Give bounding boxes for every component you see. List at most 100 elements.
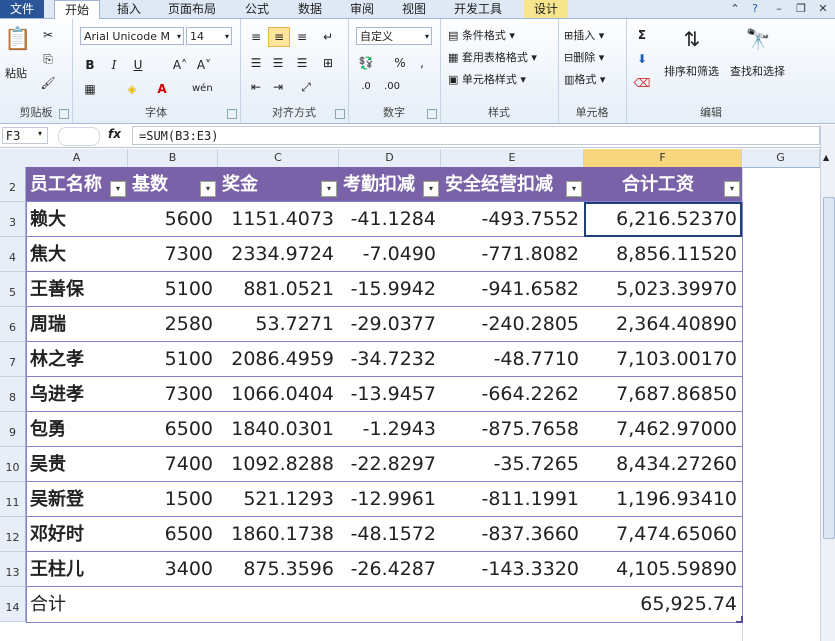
- table-cell[interactable]: -26.4287: [339, 552, 441, 587]
- comma-icon[interactable]: ,: [412, 53, 432, 73]
- close-icon[interactable]: ✕: [814, 1, 832, 17]
- tab-home[interactable]: 开始: [54, 0, 100, 20]
- column-header-c[interactable]: C: [218, 149, 339, 167]
- delete-cells-button[interactable]: ⊟删除 ▾: [564, 49, 604, 65]
- phonetic-icon[interactable]: wén: [192, 79, 213, 99]
- tab-data[interactable]: 数据: [288, 0, 332, 18]
- table-cell[interactable]: -941.6582: [441, 272, 584, 307]
- column-header-d[interactable]: D: [339, 149, 441, 167]
- tab-design[interactable]: 设计: [524, 0, 568, 18]
- table-cell[interactable]: -48.7710: [441, 342, 584, 377]
- format-as-table-button[interactable]: ▦ 套用表格格式 ▾: [448, 49, 537, 65]
- table-cell[interactable]: 881.0521: [218, 272, 339, 307]
- wrap-text-icon[interactable]: ↵: [318, 27, 338, 47]
- chevron-down-icon[interactable]: ▾: [38, 129, 42, 138]
- table-cell[interactable]: 吴新登: [26, 482, 128, 517]
- table-cell[interactable]: 521.1293: [218, 482, 339, 517]
- table-cell[interactable]: 林之孝: [26, 342, 128, 377]
- table-cell[interactable]: -143.3320: [441, 552, 584, 587]
- table-cell[interactable]: 乌进孝: [26, 377, 128, 412]
- table-cell[interactable]: -48.1572: [339, 517, 441, 552]
- table-cell[interactable]: 7,474.65060: [584, 517, 742, 552]
- column-header-e[interactable]: E: [441, 149, 584, 167]
- table-cell[interactable]: -12.9961: [339, 482, 441, 517]
- table-cell[interactable]: 8,856.11520: [584, 237, 742, 272]
- column-header-b[interactable]: B: [128, 149, 218, 167]
- filter-dropdown-icon[interactable]: ▾: [724, 181, 740, 197]
- table-cell[interactable]: 2580: [128, 307, 218, 342]
- table-cell[interactable]: -664.2262: [441, 377, 584, 412]
- table-cell[interactable]: 1860.1738: [218, 517, 339, 552]
- underline-icon[interactable]: U: [128, 55, 148, 75]
- table-cell[interactable]: 赖大: [26, 202, 128, 237]
- row-header[interactable]: 6: [0, 307, 26, 342]
- worksheet-grid[interactable]: A B C D E F G 2 3 4 5 6 7 8 9 10 11 12 13 14 员工名称 ▾ 基…: [0, 149, 820, 641]
- find-select-button[interactable]: 查找和选择: [730, 63, 785, 79]
- row-header[interactable]: 9: [0, 412, 26, 447]
- merge-center-icon[interactable]: ⊞: [318, 53, 338, 73]
- scrollbar-thumb[interactable]: [823, 197, 835, 539]
- align-bottom-icon[interactable]: ≡: [292, 27, 312, 47]
- increase-indent-icon[interactable]: ⇥: [268, 77, 288, 97]
- total-label-cell[interactable]: 合计: [26, 587, 128, 622]
- sort-filter-icon[interactable]: ⇅: [678, 25, 706, 53]
- decrease-decimal-icon[interactable]: .00: [382, 77, 402, 97]
- table-cell[interactable]: 7300: [128, 377, 218, 412]
- table-cell[interactable]: 6,216.52370: [584, 202, 742, 237]
- dialog-launcher-icon[interactable]: [227, 109, 237, 119]
- font-color-icon[interactable]: A: [152, 79, 172, 99]
- table-header-cell[interactable]: 合计工资 ▾: [584, 167, 742, 202]
- table-header-cell[interactable]: 员工名称 ▾: [26, 167, 128, 202]
- table-cell[interactable]: 2086.4959: [218, 342, 339, 377]
- vertical-scrollbar[interactable]: ▲: [820, 125, 835, 641]
- paste-button[interactable]: 粘贴: [5, 65, 27, 81]
- table-cell[interactable]: -15.9942: [339, 272, 441, 307]
- font-name-select[interactable]: Arial Unicode M ▾: [80, 27, 184, 45]
- filter-dropdown-icon[interactable]: ▾: [423, 181, 439, 197]
- tab-review[interactable]: 审阅: [340, 0, 384, 18]
- tab-developer[interactable]: 开发工具: [446, 0, 510, 18]
- table-cell[interactable]: 王善保: [26, 272, 128, 307]
- table-cell[interactable]: 吴贵: [26, 447, 128, 482]
- table-cell[interactable]: 2,364.40890: [584, 307, 742, 342]
- table-cell[interactable]: -837.3660: [441, 517, 584, 552]
- table-cell[interactable]: 53.7271: [218, 307, 339, 342]
- table-cell[interactable]: 6500: [128, 517, 218, 552]
- table-cell[interactable]: 4,105.59890: [584, 552, 742, 587]
- dialog-launcher-icon[interactable]: [59, 109, 69, 119]
- grow-font-icon[interactable]: A˄: [170, 55, 190, 75]
- table-cell[interactable]: 2334.9724: [218, 237, 339, 272]
- tab-file[interactable]: 文件: [0, 0, 44, 18]
- row-header[interactable]: 13: [0, 552, 26, 587]
- table-cell[interactable]: -29.0377: [339, 307, 441, 342]
- table-cell[interactable]: -35.7265: [441, 447, 584, 482]
- column-header-g[interactable]: G: [742, 149, 820, 167]
- table-cell[interactable]: 焦大: [26, 237, 128, 272]
- align-top-icon[interactable]: ≡: [246, 27, 266, 47]
- help-icon[interactable]: ?: [746, 1, 764, 17]
- border-icon[interactable]: ▦: [80, 79, 100, 99]
- dialog-launcher-icon[interactable]: [427, 109, 437, 119]
- table-cell[interactable]: -811.1991: [441, 482, 584, 517]
- table-cell[interactable]: 1840.0301: [218, 412, 339, 447]
- insert-function-button[interactable]: fx: [108, 127, 121, 141]
- table-cell[interactable]: 7,462.97000: [584, 412, 742, 447]
- align-middle-icon[interactable]: ≡: [268, 27, 290, 47]
- table-cell[interactable]: 875.3596: [218, 552, 339, 587]
- align-center-icon[interactable]: ☰: [268, 53, 288, 73]
- table-cell[interactable]: 1,196.93410: [584, 482, 742, 517]
- table-resize-handle[interactable]: [736, 616, 743, 623]
- bold-icon[interactable]: B: [80, 55, 100, 75]
- row-header[interactable]: 14: [0, 587, 26, 622]
- table-cell[interactable]: 1066.0404: [218, 377, 339, 412]
- fill-color-icon[interactable]: ◈: [122, 79, 142, 99]
- copy-icon[interactable]: ⎘: [38, 49, 58, 69]
- column-header-f[interactable]: F: [584, 149, 742, 167]
- scroll-up-icon[interactable]: ▲: [823, 153, 829, 162]
- row-header[interactable]: 4: [0, 237, 26, 272]
- number-format-select[interactable]: 自定义 ▾: [356, 27, 432, 45]
- align-left-icon[interactable]: ☰: [246, 53, 266, 73]
- table-header-cell[interactable]: 安全经营扣减 ▾: [441, 167, 584, 202]
- table-cell[interactable]: 包勇: [26, 412, 128, 447]
- format-painter-icon[interactable]: 🖌: [38, 73, 58, 93]
